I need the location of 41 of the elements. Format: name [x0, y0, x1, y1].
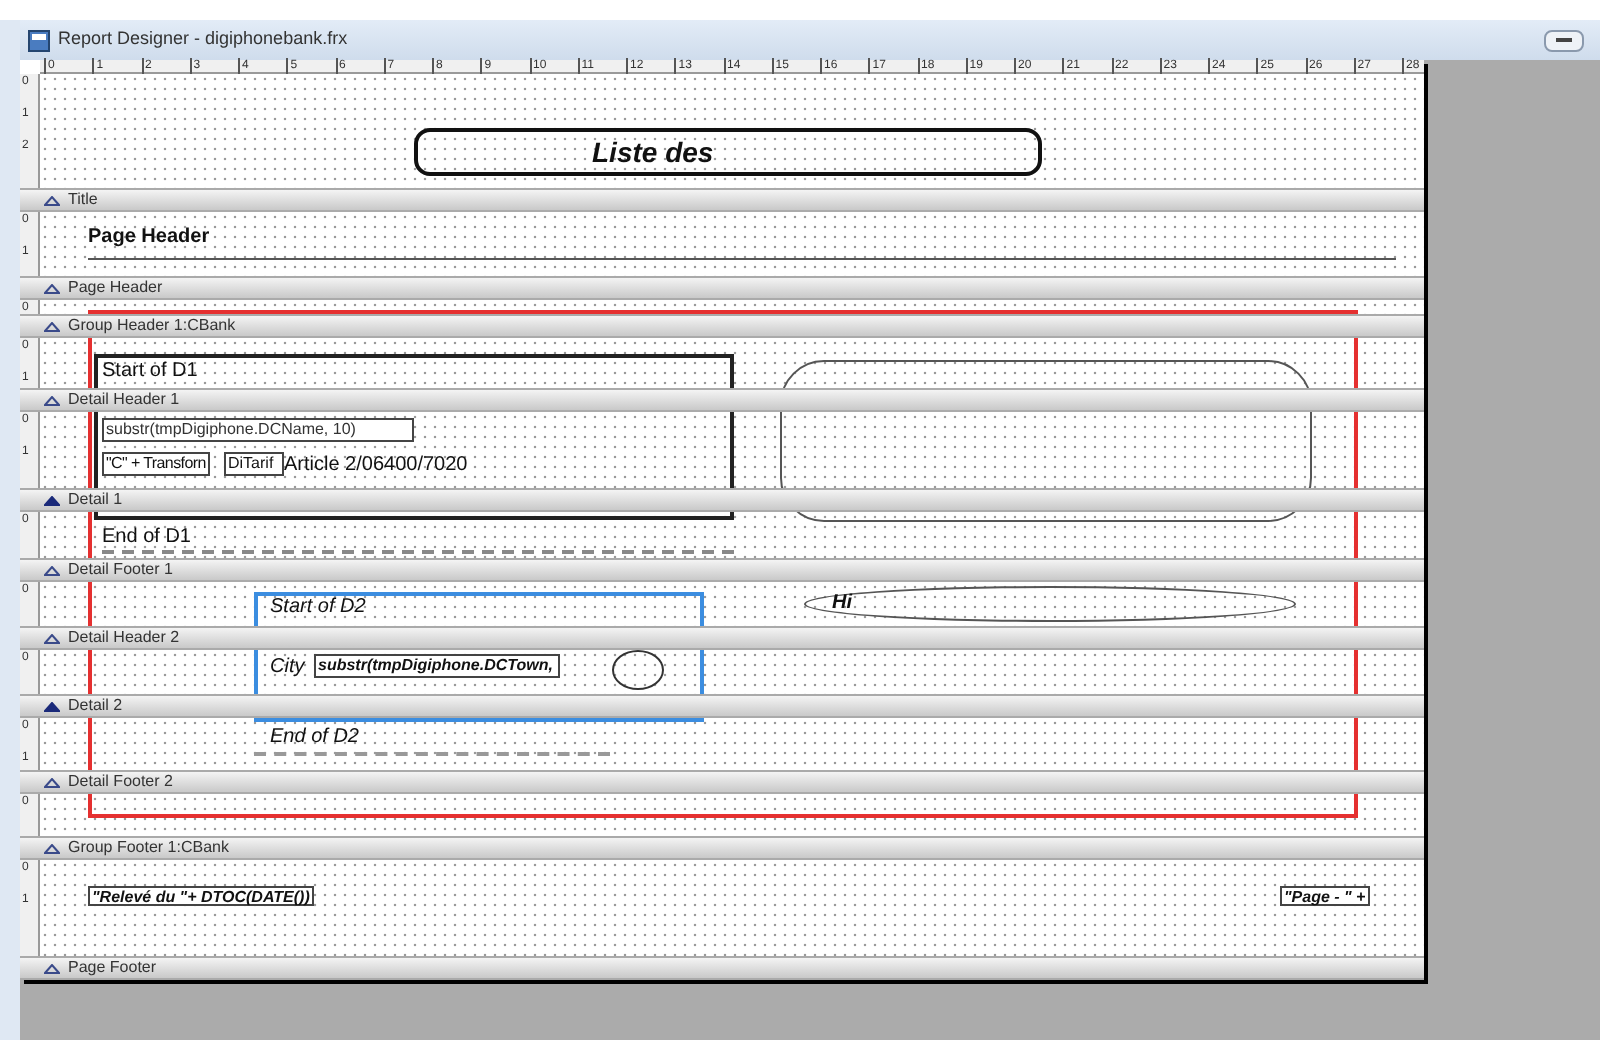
- text-label: Start of D1: [102, 360, 198, 384]
- field-box: "Relevé du "+ DTOC(DATE()): [88, 886, 314, 906]
- band-bar[interactable]: Page Header: [20, 276, 1424, 300]
- band-label: Page Header: [68, 276, 163, 300]
- field-box: substr(tmpDigiphone.DCTown,: [314, 654, 560, 678]
- band-bar[interactable]: Group Header 1:CBank: [20, 314, 1424, 338]
- band-label: Title: [68, 188, 98, 212]
- band-label: Group Footer 1:CBank: [68, 836, 229, 860]
- band-bar[interactable]: Detail Header 1: [20, 388, 1424, 412]
- band-bar[interactable]: Title: [20, 188, 1424, 212]
- band-label: Group Header 1:CBank: [68, 314, 236, 338]
- band-label: Detail Footer 1: [68, 558, 173, 582]
- band-bar[interactable]: Page Footer: [20, 956, 1424, 980]
- band-label: Detail Header 2: [68, 626, 180, 650]
- band-label: Page Footer: [68, 956, 157, 980]
- field-box: "C" + Transforn: [102, 452, 210, 476]
- band-label: Detail 2: [68, 694, 123, 718]
- band-bar[interactable]: Detail Header 2: [20, 626, 1424, 650]
- window-title: Report Designer - digiphonebank.frx: [58, 26, 348, 53]
- band-bar[interactable]: Detail Footer 1: [20, 558, 1424, 582]
- text-label: Start of D2: [270, 596, 366, 620]
- band-label: Detail Footer 2: [68, 770, 173, 794]
- minimize-button[interactable]: [1544, 29, 1584, 51]
- text-label: End of D2: [270, 726, 359, 750]
- title-box: Liste des: [414, 128, 1042, 176]
- text-label: Article 2/06400/7020: [284, 454, 468, 478]
- text-label: Page Header: [88, 226, 210, 250]
- field-box: substr(tmpDigiphone.DCName, 10): [102, 418, 414, 442]
- report-icon: [28, 29, 50, 51]
- text-label: End of D1: [102, 526, 191, 550]
- band-label: Detail Header 1: [68, 388, 180, 412]
- band-bar[interactable]: Detail Footer 2: [20, 770, 1424, 794]
- text-label: City: [270, 656, 305, 680]
- band-bar[interactable]: Detail 1: [20, 488, 1424, 512]
- field-box: DiTarif: [224, 452, 284, 476]
- oval-label: Hi: [804, 586, 1296, 622]
- band-bar[interactable]: Detail 2: [20, 694, 1424, 718]
- band-bar[interactable]: Group Footer 1:CBank: [20, 836, 1424, 860]
- band-label: Detail 1: [68, 488, 123, 512]
- ellipse-shape: [612, 650, 664, 690]
- field-box: "Page - " +: [1280, 886, 1370, 906]
